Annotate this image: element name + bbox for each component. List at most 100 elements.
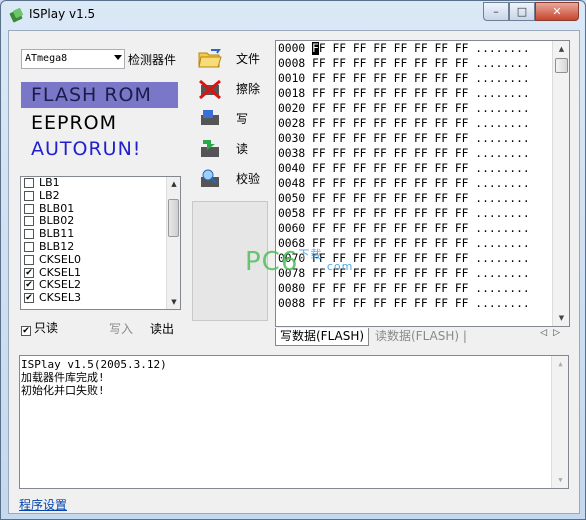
file-label: 文件 — [236, 52, 261, 66]
log-scrollbar[interactable]: ▲ ▼ — [551, 356, 568, 488]
read-button[interactable]: 读 — [192, 135, 268, 162]
main-panel: ATmega8 检测器件 FLASH ROM EEPROM AUTORUN! L… — [8, 30, 580, 514]
minimize-button[interactable]: – — [483, 2, 509, 21]
detect-device-button[interactable]: 检测器件 — [128, 51, 176, 68]
fuse-bit-item[interactable]: ✔ CKSEL3 — [21, 291, 180, 305]
tab-flash-rom[interactable]: FLASH ROM — [21, 82, 178, 108]
hex-ascii: ........ — [475, 87, 530, 100]
tab-autorun[interactable]: AUTORUN! — [21, 136, 178, 162]
log-output[interactable]: ISPlay v1.5(2005.3.12) 加载器件库完成! 初始化并口失败!… — [19, 355, 569, 489]
program-settings-link[interactable]: 程序设置 — [19, 496, 67, 513]
close-button[interactable]: ✕ — [535, 2, 579, 21]
app-window: ISPlay v1.5 – □ ✕ ATmega8 检测器件 FLASH ROM… — [0, 0, 586, 520]
fuse-bit-checkbox[interactable] — [24, 216, 34, 227]
log-line: 初始化并口失败! — [21, 384, 105, 397]
hex-bytes[interactable]: FF FF FF FF FF FF FF FF — [312, 297, 468, 310]
scroll-down-icon[interactable]: ▼ — [553, 310, 569, 326]
hex-row[interactable]: 0020 FF FF FF FF FF FF FF FF ........ — [276, 101, 569, 116]
hex-bytes[interactable]: FF FF FF FF FF FF FF FF — [312, 102, 468, 115]
hex-row[interactable]: 0030 FF FF FF FF FF FF FF FF ........ — [276, 131, 569, 146]
hex-row[interactable]: 0058 FF FF FF FF FF FF FF FF ........ — [276, 206, 569, 221]
hex-address: 0040 — [278, 162, 306, 175]
hex-editor[interactable]: 0000 FF FF FF FF FF FF FF FF ........ 000… — [275, 40, 570, 327]
hex-bytes[interactable]: FF FF FF FF FF FF FF FF — [312, 42, 468, 55]
folder-icon — [196, 47, 224, 71]
fuse-bit-checkbox[interactable] — [24, 254, 34, 265]
fuse-bit-checkbox[interactable]: ✔ — [24, 293, 34, 304]
fuse-bit-checkbox[interactable]: ✔ — [24, 267, 34, 278]
readonly-checkbox[interactable]: ✔ — [21, 326, 31, 336]
tab-scroll-arrows[interactable]: ◁▷ — [540, 328, 566, 338]
hex-scrollbar[interactable]: ▲ ▼ — [552, 41, 569, 326]
hex-row[interactable]: 0080 FF FF FF FF FF FF FF FF ........ — [276, 281, 569, 296]
hex-row[interactable]: 0038 FF FF FF FF FF FF FF FF ........ — [276, 146, 569, 161]
device-select[interactable]: ATmega8 — [21, 49, 125, 69]
file-button[interactable]: 文件 — [192, 45, 268, 72]
hex-bytes[interactable]: FF FF FF FF FF FF FF FF — [312, 57, 468, 70]
fuse-bit-checkbox[interactable]: ✔ — [24, 280, 34, 291]
fuse-bit-label: BLB01 — [39, 201, 75, 215]
hex-row[interactable]: 0028 FF FF FF FF FF FF FF FF ........ — [276, 116, 569, 131]
hex-address: 0018 — [278, 87, 306, 100]
hex-row[interactable]: 0048 FF FF FF FF FF FF FF FF ........ — [276, 176, 569, 191]
erase-button[interactable]: 擦除 — [192, 75, 268, 102]
hex-bytes[interactable]: FF FF FF FF FF FF FF FF — [312, 207, 468, 220]
fuse-bit-checkbox[interactable] — [24, 190, 34, 201]
scroll-thumb[interactable] — [555, 58, 568, 73]
hex-bytes[interactable]: FF FF FF FF FF FF FF FF — [312, 87, 468, 100]
hex-row[interactable]: 0040 FF FF FF FF FF FF FF FF ........ — [276, 161, 569, 176]
fuse-bit-checkbox[interactable] — [24, 203, 34, 214]
hex-ascii: ........ — [475, 192, 530, 205]
watermark-main: PC6 — [245, 247, 299, 277]
hex-bytes[interactable]: FF FF FF FF FF FF FF FF — [312, 282, 468, 295]
scroll-up-icon[interactable]: ▲ — [553, 41, 569, 57]
tab-read-data[interactable]: 读数据(FLASH) | — [371, 328, 471, 346]
hex-row[interactable]: 0088 FF FF FF FF FF FF FF FF ........ — [276, 296, 569, 311]
chevron-down-icon[interactable] — [114, 55, 122, 60]
fuse-bit-checkbox[interactable] — [24, 229, 34, 240]
scroll-thumb[interactable] — [168, 199, 179, 237]
hex-bytes[interactable]: FF FF FF FF FF FF FF FF — [312, 147, 468, 160]
tab-write-data[interactable]: 写数据(FLASH) — [275, 328, 370, 346]
fuse-bit-checkbox[interactable] — [24, 241, 34, 252]
verify-button[interactable]: 校验 — [192, 165, 268, 192]
fuse-read-button[interactable]: 读出 — [150, 320, 174, 337]
tab-read-data-label: 读数据(FLASH) — [375, 329, 460, 343]
readonly-option[interactable]: ✔ 只读 — [21, 319, 58, 336]
scroll-down-icon[interactable]: ▼ — [552, 472, 569, 488]
scroll-up-icon[interactable]: ▲ — [167, 177, 180, 191]
hex-ascii: ........ — [475, 72, 530, 85]
hex-bytes[interactable]: FF FF FF FF FF FF FF FF — [312, 222, 468, 235]
hex-row[interactable]: 0000 FF FF FF FF FF FF FF FF ........ — [276, 41, 569, 56]
fuse-bit-label: LB1 — [39, 176, 60, 189]
write-button[interactable]: 写 — [192, 105, 268, 132]
fuse-bit-label: CKSEL0 — [39, 252, 81, 266]
hex-row[interactable]: 0050 FF FF FF FF FF FF FF FF ........ — [276, 191, 569, 206]
hex-bytes[interactable]: FF FF FF FF FF FF FF FF — [312, 72, 468, 85]
hex-row[interactable]: 0010 FF FF FF FF FF FF FF FF ........ — [276, 71, 569, 86]
hex-row[interactable]: 0008 FF FF FF FF FF FF FF FF ........ — [276, 56, 569, 71]
hex-ascii: ........ — [475, 252, 530, 265]
hex-row[interactable]: 0060 FF FF FF FF FF FF FF FF ........ — [276, 221, 569, 236]
app-icon — [9, 8, 23, 23]
hex-bytes[interactable]: FF FF FF FF FF FF FF FF — [312, 192, 468, 205]
tab-eeprom[interactable]: EEPROM — [21, 110, 178, 136]
hex-address: 0088 — [278, 297, 306, 310]
hex-address: 0008 — [278, 57, 306, 70]
hex-ascii: ........ — [475, 282, 530, 295]
hex-address: 0050 — [278, 192, 306, 205]
device-select-value: ATmega8 — [25, 53, 68, 64]
erase-chip-icon — [196, 77, 224, 101]
fuse-list-scrollbar[interactable]: ▲ ▼ — [166, 177, 180, 309]
hex-bytes[interactable]: FF FF FF FF FF FF FF FF — [312, 162, 468, 175]
hex-row[interactable]: 0018 FF FF FF FF FF FF FF FF ........ — [276, 86, 569, 101]
hex-bytes[interactable]: FF FF FF FF FF FF FF FF — [312, 132, 468, 145]
fuse-bit-checkbox[interactable] — [24, 178, 34, 188]
scroll-down-icon[interactable]: ▼ — [167, 295, 180, 309]
title-bar[interactable]: ISPlay v1.5 – □ ✕ — [1, 1, 585, 29]
scroll-up-icon[interactable]: ▲ — [552, 356, 569, 372]
hex-bytes[interactable]: FF FF FF FF FF FF FF FF — [312, 117, 468, 130]
maximize-button[interactable]: □ — [509, 2, 535, 21]
fuse-write-button[interactable]: 写入 — [109, 320, 133, 337]
hex-bytes[interactable]: FF FF FF FF FF FF FF FF — [312, 177, 468, 190]
